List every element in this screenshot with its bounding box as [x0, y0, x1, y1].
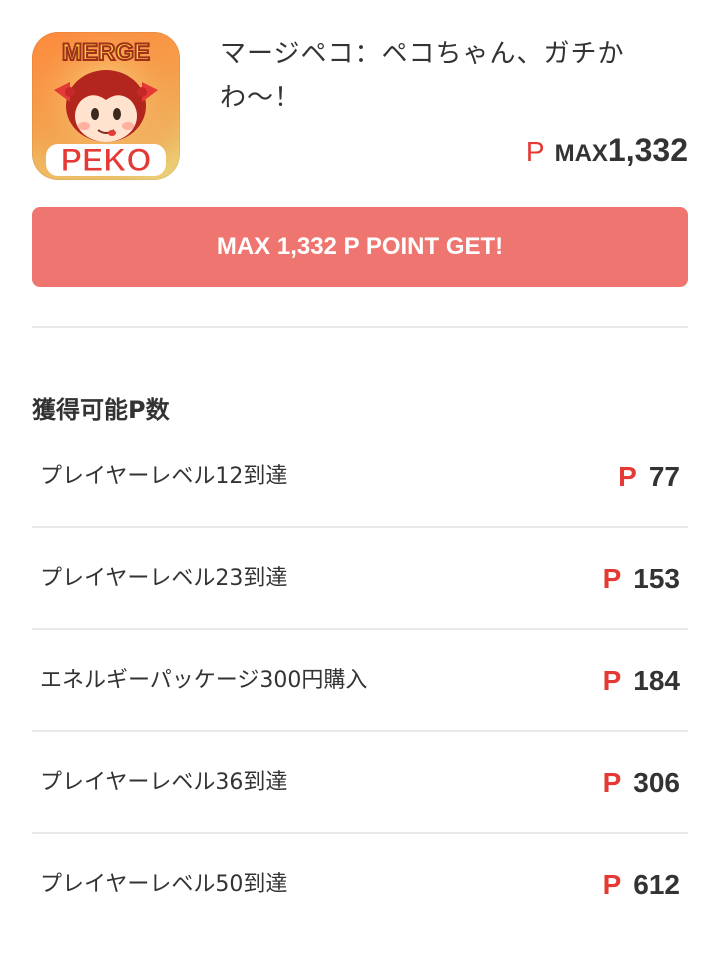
- task-label: プレイヤーレベル50到達: [40, 872, 288, 897]
- task-point-value: 77: [648, 461, 680, 492]
- point-get-button[interactable]: MAX 1,332 P POINT GET!: [32, 207, 688, 287]
- task-points: P 153: [603, 528, 680, 630]
- task-list: プレイヤーレベル12到達 P 77 プレイヤーレベル23到達 P 153 エネル…: [32, 426, 688, 936]
- task-points: P 612: [603, 834, 680, 936]
- task-row[interactable]: プレイヤーレベル36到達 P 306: [32, 732, 688, 834]
- task-label: プレイヤーレベル23到達: [40, 566, 288, 591]
- task-point-value: 184: [633, 665, 680, 696]
- task-row[interactable]: プレイヤーレベル12到達 P 77: [32, 426, 688, 528]
- app-title: マージペコ：ペコちゃん、ガチかわ〜！: [220, 39, 625, 113]
- divider: [32, 326, 688, 328]
- task-label: プレイヤーレベル12到達: [40, 464, 288, 489]
- task-points: P 306: [603, 732, 680, 834]
- task-point-value: 612: [633, 869, 680, 900]
- peko-character-icon: MERGE PEKO: [32, 32, 180, 180]
- point-icon: P: [602, 563, 622, 594]
- app-icon[interactable]: MERGE PEKO: [32, 32, 180, 180]
- point-icon: P: [602, 767, 622, 798]
- logo-text-peko: PEKO: [61, 142, 152, 178]
- app-header: MERGE PEKO マージペコ：ペコちゃん、ガチかわ〜！ P MAX 1,33…: [32, 32, 688, 182]
- max-value: 1,332: [607, 132, 688, 168]
- task-label: プレイヤーレベル36到達: [40, 770, 288, 795]
- task-row[interactable]: プレイヤーレベル23到達 P 153: [32, 528, 688, 630]
- task-point-value: 306: [633, 767, 680, 798]
- max-label: MAX: [554, 140, 608, 167]
- point-icon: P: [602, 869, 622, 900]
- max-points: P MAX 1,332: [526, 132, 688, 176]
- point-icon: P: [602, 665, 622, 696]
- point-icon: P: [618, 461, 637, 492]
- logo-text-merge: MERGE: [62, 39, 150, 66]
- task-point-value: 153: [633, 563, 680, 594]
- section-title: 獲得可能P数: [32, 396, 170, 424]
- point-icon: P: [525, 136, 545, 167]
- task-points: P 77: [618, 426, 680, 528]
- task-label: エネルギーパッケージ300円購入: [40, 668, 368, 693]
- task-row[interactable]: プレイヤーレベル50到達 P 612: [32, 834, 688, 936]
- task-row[interactable]: エネルギーパッケージ300円購入 P 184: [32, 630, 688, 732]
- task-points: P 184: [603, 630, 680, 732]
